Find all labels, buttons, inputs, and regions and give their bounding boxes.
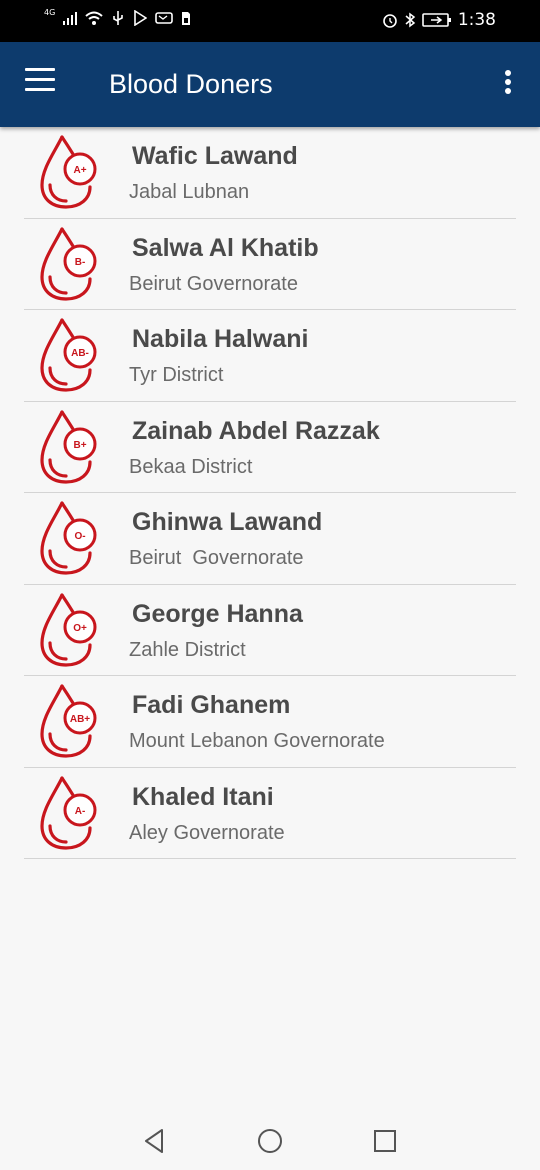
usb-icon xyxy=(113,11,124,25)
play-store-icon xyxy=(134,10,148,26)
recents-icon[interactable] xyxy=(370,1126,400,1156)
blood-drop-icon: B- xyxy=(38,225,102,303)
blood-type-label: O- xyxy=(74,531,85,542)
donor-row[interactable]: AB- Nabila Halwani Tyr District xyxy=(0,310,540,402)
donor-region: Beirut Governorate xyxy=(129,272,298,295)
status-bar: 4G 1:38 xyxy=(0,0,540,42)
donor-name: Fadi Ghanem xyxy=(132,691,291,719)
blood-type-label: B- xyxy=(75,257,86,268)
blood-type-label: A- xyxy=(75,806,86,817)
blood-drop-icon: AB+ xyxy=(38,682,102,760)
donor-region: Mount Lebanon Governorate xyxy=(129,730,385,752)
blood-type-label: AB- xyxy=(71,348,89,359)
donor-row[interactable]: O- Ghinwa Lawand Beirut Governorate xyxy=(0,493,540,585)
blood-drop-icon: A- xyxy=(38,774,102,852)
blood-drop-icon: O+ xyxy=(38,591,102,669)
donor-region: Tyr District xyxy=(129,364,224,386)
wifi-icon xyxy=(85,11,103,25)
sim-icon xyxy=(182,12,191,25)
donor-row[interactable]: A+ Wafic Lawand Jabal Lubnan xyxy=(0,127,540,219)
signal-icon xyxy=(63,12,78,25)
battery-icon xyxy=(422,13,451,27)
donor-row[interactable]: B- Salwa Al Khatib Beirut Governorate xyxy=(0,219,540,310)
donor-name: Salwa Al Khatib xyxy=(132,233,319,262)
blood-drop-icon: O- xyxy=(38,499,102,577)
donor-row[interactable]: AB+ Fadi Ghanem Mount Lebanon Governorat… xyxy=(0,676,540,768)
system-nav-bar xyxy=(0,1110,540,1170)
page-title: Blood Doners xyxy=(109,69,273,99)
donor-name: Ghinwa Lawand xyxy=(132,508,323,536)
blood-type-label: AB+ xyxy=(70,714,90,725)
blood-drop-icon: AB- xyxy=(38,316,102,394)
donor-region: Zahle District xyxy=(129,638,246,661)
messenger-icon xyxy=(155,12,174,24)
donor-name: George Hanna xyxy=(132,599,303,628)
donor-name: Khaled Itani xyxy=(132,782,274,811)
donor-row[interactable]: B+ Zainab Abdel Razzak Bekaa District xyxy=(0,402,540,493)
back-icon[interactable] xyxy=(140,1126,170,1156)
donor-list: A+ Wafic Lawand Jabal Lubnan B- Salwa Al… xyxy=(0,127,540,859)
app-bar: Blood Doners xyxy=(0,42,540,127)
status-left-icons: 4G xyxy=(44,7,191,26)
alarm-icon xyxy=(383,14,397,28)
blood-type-label: B+ xyxy=(73,440,86,451)
donor-name: Zainab Abdel Razzak xyxy=(132,416,380,445)
donor-region: Bekaa District xyxy=(129,455,253,478)
blood-drop-icon: B+ xyxy=(38,408,102,486)
blood-drop-icon: A+ xyxy=(38,133,102,211)
network-type-label: 4G xyxy=(44,7,56,17)
blood-type-label: A+ xyxy=(73,165,86,176)
bluetooth-icon xyxy=(405,12,416,28)
hamburger-menu-icon[interactable] xyxy=(22,68,58,100)
donor-row[interactable]: A- Khaled Itani Aley Governorate xyxy=(0,768,540,859)
donor-name: Wafic Lawand xyxy=(132,142,298,170)
blood-type-label: O+ xyxy=(73,623,87,634)
status-time: 1:38 xyxy=(457,10,496,30)
donor-row[interactable]: O+ George Hanna Zahle District xyxy=(0,585,540,676)
row-divider xyxy=(24,858,516,859)
donor-region: Jabal Lubnan xyxy=(129,181,250,203)
home-icon[interactable] xyxy=(255,1126,285,1156)
donor-region: Aley Governorate xyxy=(129,821,285,844)
more-vert-icon[interactable] xyxy=(498,70,518,100)
status-right-icons: 1:38 xyxy=(382,10,496,30)
donor-region: Beirut Governorate xyxy=(129,547,304,569)
donor-name: Nabila Halwani xyxy=(132,325,309,353)
